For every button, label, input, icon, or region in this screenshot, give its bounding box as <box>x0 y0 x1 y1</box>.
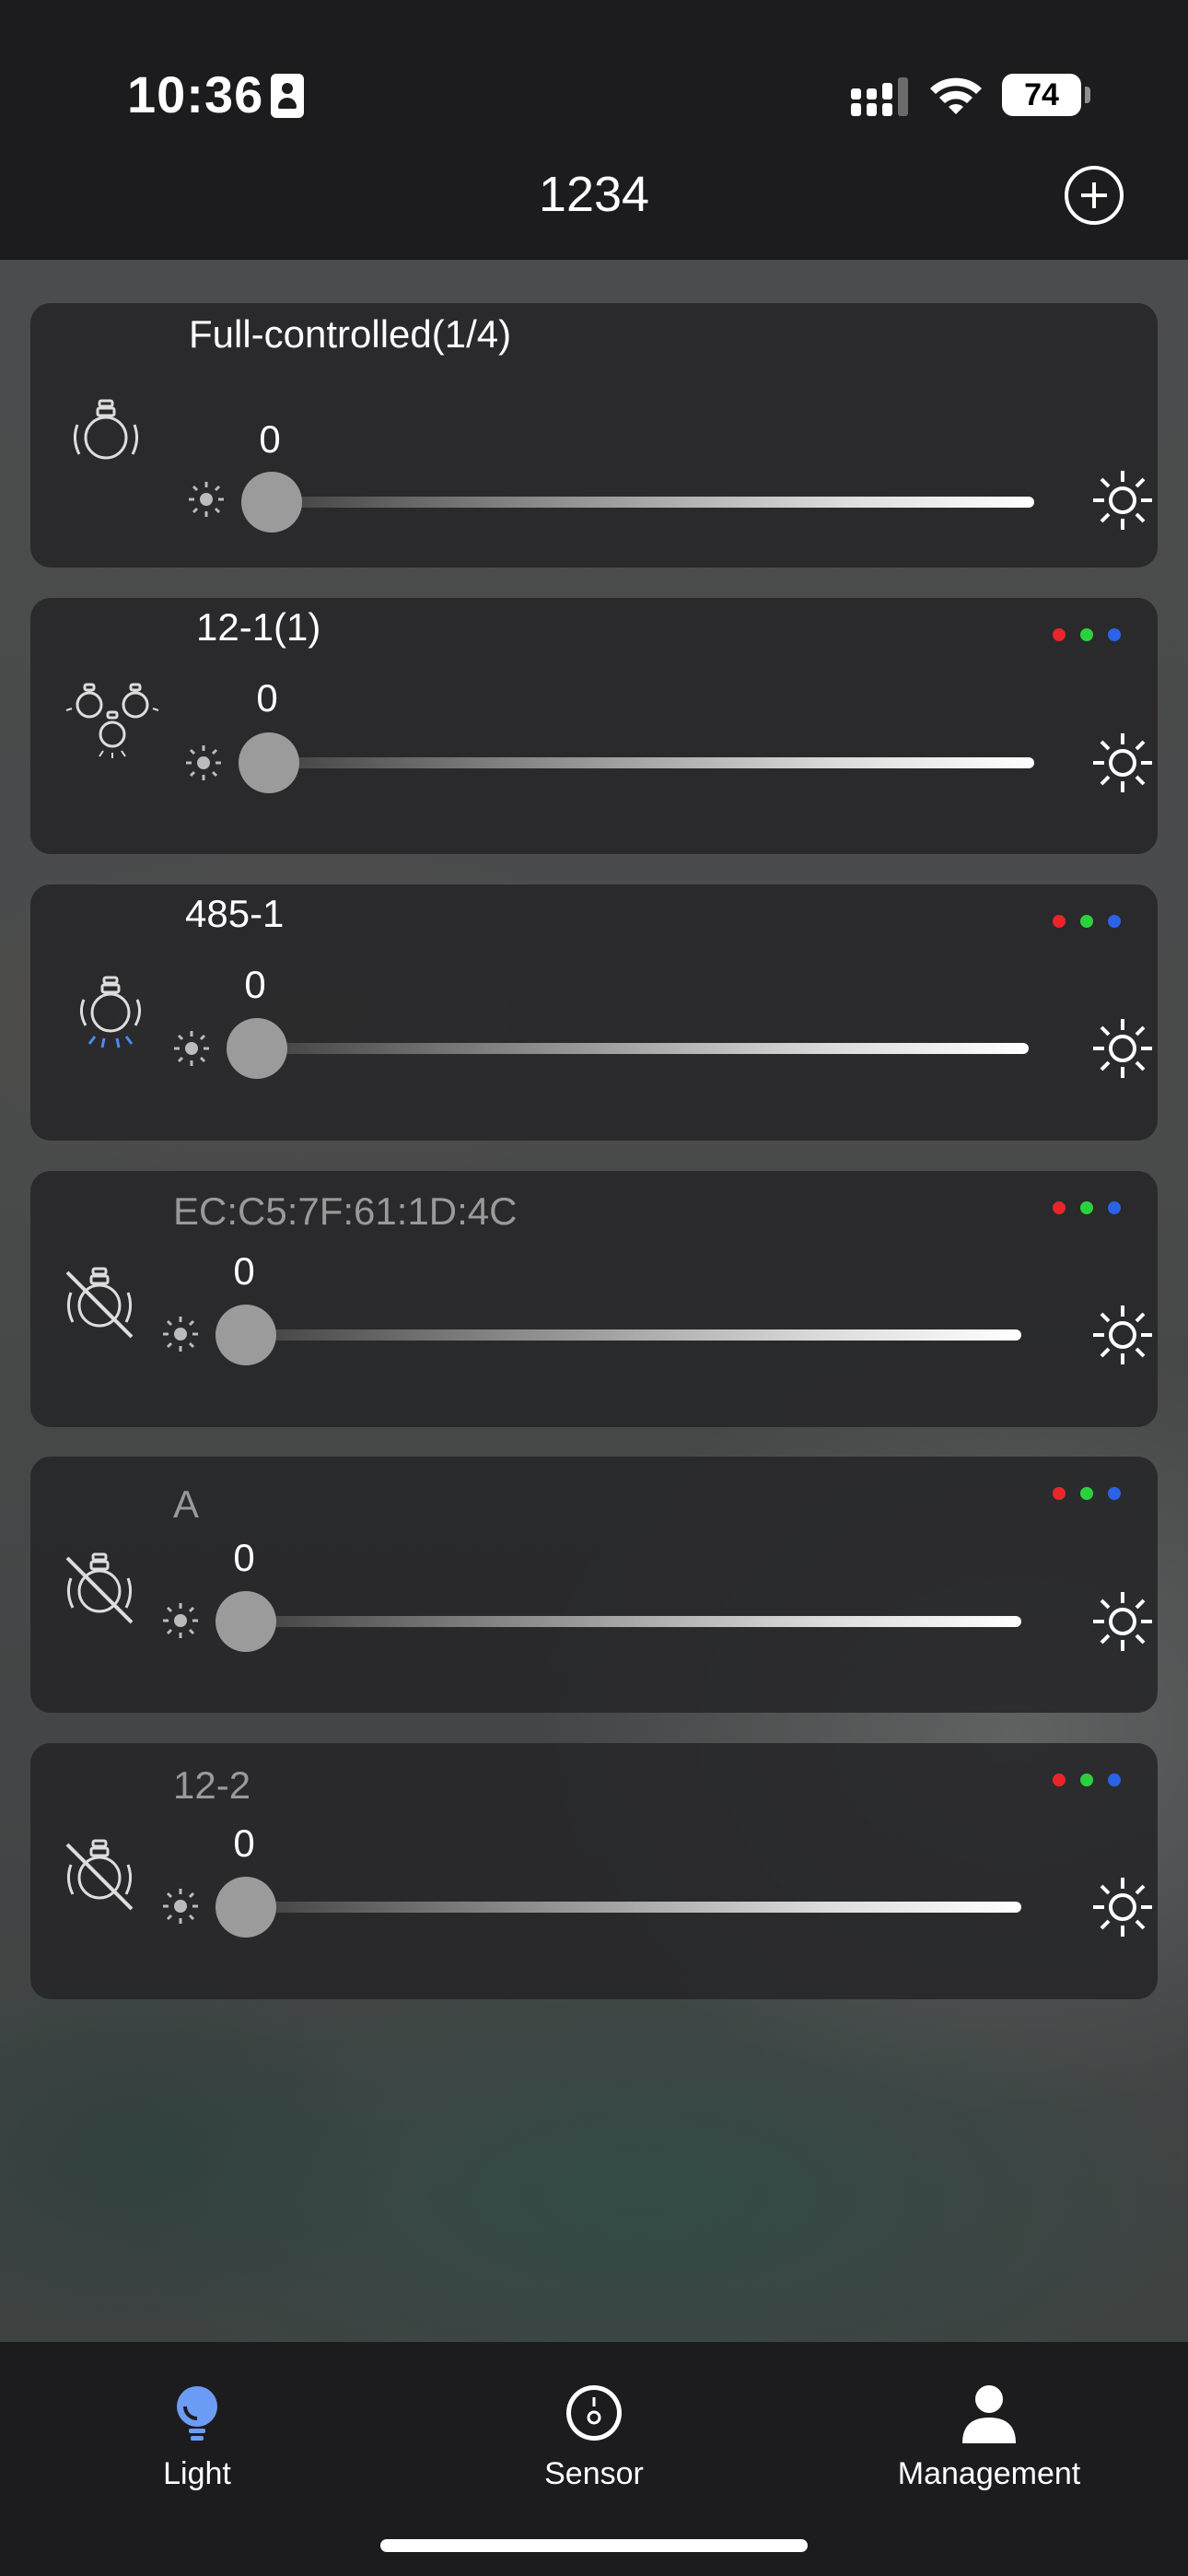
brightness-value: 0 <box>233 1821 255 1865</box>
battery-indicator: 74 <box>1002 74 1090 116</box>
brightness-slider-thumb[interactable] <box>241 472 302 533</box>
add-button[interactable] <box>1065 166 1124 225</box>
device-name: 485-1 <box>185 892 285 935</box>
brightness-high-icon <box>1093 1592 1152 1651</box>
red-dot <box>1053 915 1066 928</box>
blue-dot <box>1108 1487 1121 1500</box>
brightness-low-icon <box>186 745 221 780</box>
tab-label: Management <box>897 2456 1081 2491</box>
green-dot <box>1080 1201 1093 1214</box>
status-time: 10:36 <box>127 65 264 123</box>
device-name: A <box>173 1482 200 1526</box>
brightness-slider-thumb[interactable] <box>239 732 299 793</box>
brightness-low-icon <box>174 1031 209 1066</box>
brightness-low-icon <box>163 1317 198 1352</box>
tab-label: Sensor <box>544 2456 644 2491</box>
bulb-group-icon <box>65 683 159 758</box>
device-card[interactable]: A 0 <box>30 1457 1158 1713</box>
rgb-indicator <box>1038 1774 1121 1792</box>
blue-dot <box>1108 628 1121 641</box>
green-dot <box>1080 1774 1093 1786</box>
brightness-slider-track[interactable] <box>272 497 1034 508</box>
bulb-blue-rays-icon <box>79 976 142 1048</box>
green-dot <box>1080 1487 1093 1500</box>
blue-dot <box>1108 1774 1121 1786</box>
status-bar: 10:36 74 <box>0 0 1188 147</box>
red-dot <box>1053 1774 1066 1786</box>
brightness-value: 0 <box>244 963 266 1006</box>
bulb-offline-icon <box>65 1267 134 1339</box>
brightness-value: 0 <box>256 676 278 720</box>
bulb-offline-icon <box>65 1839 134 1911</box>
rgb-indicator <box>1038 628 1121 647</box>
brightness-low-icon <box>189 482 224 517</box>
red-dot <box>1053 1487 1066 1500</box>
tab-light[interactable]: Light <box>59 2381 335 2492</box>
device-card[interactable]: 485-1 0 <box>30 884 1158 1141</box>
brightness-slider-thumb[interactable] <box>227 1018 287 1079</box>
rgb-indicator <box>1038 915 1121 933</box>
contact-card-icon <box>271 74 304 118</box>
red-dot <box>1053 1201 1066 1214</box>
blue-dot <box>1108 915 1121 928</box>
tab-management[interactable]: Management <box>851 2381 1127 2492</box>
brightness-slider-track[interactable] <box>246 1902 1021 1913</box>
brightness-high-icon <box>1093 1306 1152 1364</box>
page-title: 1234 <box>538 167 650 222</box>
device-card[interactable]: 12-1(1) 0 <box>30 598 1158 854</box>
brightness-value: 0 <box>233 1249 255 1293</box>
rgb-indicator <box>1038 1201 1121 1220</box>
bulb-icon <box>73 399 139 460</box>
tab-sensor[interactable]: Sensor <box>456 2381 732 2492</box>
brightness-low-icon <box>163 1603 198 1638</box>
device-card[interactable]: 12-2 0 <box>30 1743 1158 1999</box>
blue-dot <box>1108 1201 1121 1214</box>
brightness-slider-track[interactable] <box>268 757 1034 768</box>
red-dot <box>1053 628 1066 641</box>
brightness-slider-track[interactable] <box>257 1043 1029 1054</box>
brightness-slider-thumb[interactable] <box>215 1591 276 1652</box>
green-dot <box>1080 915 1093 928</box>
brightness-slider-thumb[interactable] <box>215 1305 276 1365</box>
brightness-slider-track[interactable] <box>246 1616 1021 1627</box>
device-card[interactable]: Full-controlled(1/4) 0 <box>30 303 1158 568</box>
home-indicator[interactable] <box>380 2539 808 2552</box>
device-list: Full-controlled(1/4) 0 12-1(1) 0 485-1 0… <box>0 260 1188 2342</box>
brightness-low-icon <box>163 1889 198 1924</box>
tab-label: Light <box>163 2456 231 2491</box>
brightness-value: 0 <box>259 417 281 461</box>
lightbulb-icon <box>177 2386 217 2441</box>
device-name: Full-controlled(1/4) <box>189 312 512 356</box>
brightness-high-icon <box>1093 733 1152 792</box>
rgb-indicator <box>1038 1487 1121 1505</box>
brightness-high-icon <box>1093 1878 1152 1937</box>
device-name: 12-1(1) <box>196 605 321 649</box>
brightness-high-icon <box>1093 1019 1152 1078</box>
device-card[interactable]: EC:C5:7F:61:1D:4C 0 <box>30 1171 1158 1427</box>
brightness-high-icon <box>1093 471 1152 530</box>
wifi-icon <box>930 77 982 114</box>
cellular-signal-icon <box>851 77 908 116</box>
person-icon <box>962 2385 1016 2443</box>
bulb-offline-icon <box>65 1552 134 1624</box>
device-name: 12-2 <box>173 1763 251 1807</box>
brightness-value: 0 <box>233 1536 255 1579</box>
brightness-slider-thumb[interactable] <box>215 1877 276 1938</box>
navigation-bar: 1234 <box>0 147 1188 260</box>
device-name: EC:C5:7F:61:1D:4C <box>173 1189 518 1233</box>
brightness-slider-track[interactable] <box>246 1329 1021 1341</box>
sensor-icon <box>566 2385 622 2441</box>
green-dot <box>1080 628 1093 641</box>
